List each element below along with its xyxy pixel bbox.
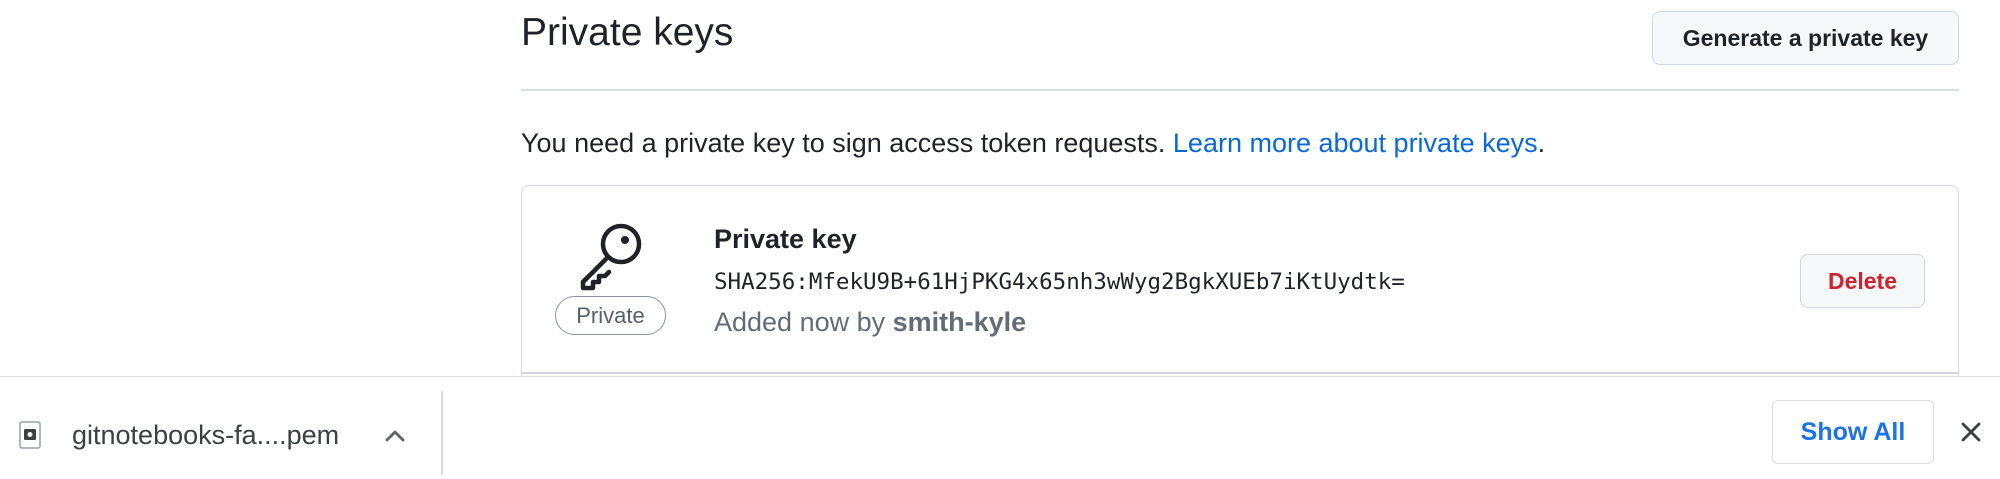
generate-private-key-button[interactable]: Generate a private key <box>1652 11 1959 65</box>
chevron-up-icon[interactable] <box>380 421 410 451</box>
key-card-divider <box>521 372 1959 374</box>
download-file-name[interactable]: gitnotebooks-fa....pem <box>72 417 339 453</box>
key-fingerprint: SHA256:MfekU9B+61HjPKG4x65nh3wWyg2BgkXUE… <box>714 269 1405 295</box>
download-shelf: gitnotebooks-fa....pem Show All <box>0 376 2000 479</box>
close-icon[interactable] <box>1956 417 1986 447</box>
key-added-by-user: smith-kyle <box>892 307 1027 337</box>
key-title: Private key <box>714 224 857 254</box>
shelf-divider <box>441 391 443 475</box>
key-added-info: Added now by smith-kyle <box>714 303 1026 341</box>
key-added-prefix: Added now by <box>714 307 893 337</box>
intro-text: You need a private key to sign access to… <box>521 124 1545 162</box>
intro-description: You need a private key to sign access to… <box>521 128 1173 158</box>
header-divider <box>521 89 1959 91</box>
delete-key-button[interactable]: Delete <box>1800 254 1925 308</box>
learn-more-private-keys-link[interactable]: Learn more about private keys <box>1173 128 1538 158</box>
private-badge: Private <box>555 296 666 335</box>
page-title: Private keys <box>521 11 734 54</box>
page: Private keys Generate a private key You … <box>0 0 2000 479</box>
show-all-downloads-button[interactable]: Show All <box>1772 400 1934 464</box>
pem-file-icon[interactable] <box>19 421 41 449</box>
key-icon <box>580 223 642 291</box>
intro-suffix: . <box>1537 128 1546 158</box>
